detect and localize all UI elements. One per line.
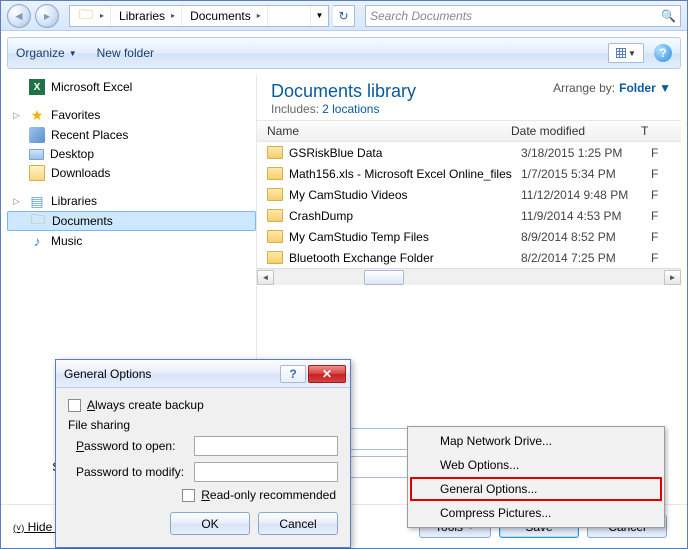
dialog-help-button[interactable]: ? xyxy=(280,365,306,383)
breadcrumb-dropdown[interactable]: ▼ xyxy=(310,6,328,26)
sidebar-item-desktop[interactable]: Desktop xyxy=(7,145,256,163)
file-date: 11/9/2014 4:53 PM xyxy=(521,209,651,223)
file-name: Bluetooth Exchange Folder xyxy=(289,251,521,265)
scroll-thumb[interactable] xyxy=(364,270,404,285)
view-options[interactable]: ▼ xyxy=(608,43,644,63)
password-open-input[interactable] xyxy=(194,436,338,456)
scroll-left[interactable]: ◄ xyxy=(257,270,274,285)
file-name: GSRiskBlue Data xyxy=(289,146,521,160)
library-title: Documents library xyxy=(271,81,416,102)
desktop-icon xyxy=(29,149,44,160)
checkbox-icon xyxy=(182,489,195,502)
forward-button[interactable]: ▸ xyxy=(35,4,59,28)
file-row[interactable]: Math156.xls - Microsoft Excel Online_fil… xyxy=(257,163,681,184)
column-name[interactable]: Name xyxy=(257,124,511,138)
file-type: F xyxy=(651,209,658,223)
file-date: 8/2/2014 7:25 PM xyxy=(521,251,651,265)
folder-icon xyxy=(267,146,283,159)
password-modify-input[interactable] xyxy=(194,462,338,482)
organize-menu[interactable]: Organize▼ xyxy=(16,46,77,60)
menu-map-network-drive[interactable]: Map Network Drive... xyxy=(410,429,662,453)
file-row[interactable]: CrashDump11/9/2014 4:53 PMF xyxy=(257,205,681,226)
search-placeholder: Search Documents xyxy=(370,9,472,23)
column-date[interactable]: Date modified xyxy=(511,124,641,138)
column-headers[interactable]: Name Date modified T xyxy=(257,120,681,142)
sidebar-item-music[interactable]: ♪Music xyxy=(7,231,256,251)
file-date: 1/7/2015 5:34 PM xyxy=(521,167,651,181)
breadcrumb-documents[interactable]: Documents xyxy=(190,9,251,23)
dialog-ok-button[interactable]: OK xyxy=(170,512,250,535)
password-modify-label: Password to modify: xyxy=(76,465,194,479)
menu-web-options[interactable]: Web Options... xyxy=(410,453,662,477)
file-type: F xyxy=(651,188,658,202)
file-row[interactable]: Bluetooth Exchange Folder8/2/2014 7:25 P… xyxy=(257,247,681,268)
tools-menu: Map Network Drive... Web Options... Gene… xyxy=(407,426,665,528)
file-name: Math156.xls - Microsoft Excel Online_fil… xyxy=(289,167,521,181)
folder-icon xyxy=(267,188,283,201)
music-icon: ♪ xyxy=(29,233,45,249)
folder-icon xyxy=(267,230,283,243)
breadcrumb-libraries[interactable]: Libraries xyxy=(119,9,165,23)
sidebar-item-excel[interactable]: X Microsoft Excel xyxy=(7,77,256,97)
file-name: My CamStudio Videos xyxy=(289,188,521,202)
general-options-dialog: General Options ? ✕ Always create backup… xyxy=(55,359,351,548)
downloads-icon xyxy=(29,165,45,181)
sidebar-item-downloads[interactable]: Downloads xyxy=(7,163,256,183)
file-date: 11/12/2014 9:48 PM xyxy=(521,188,651,202)
breadcrumb[interactable]: 🗀▸ Libraries▸ Documents▸ ▼ xyxy=(69,5,329,27)
file-date: 8/9/2014 8:52 PM xyxy=(521,230,651,244)
file-list[interactable]: GSRiskBlue Data3/18/2015 1:25 PMFMath156… xyxy=(257,142,681,268)
file-name: CrashDump xyxy=(289,209,521,223)
toolbar: Organize▼ New folder ▼ ? xyxy=(7,37,681,69)
checkbox-icon xyxy=(68,399,81,412)
dialog-cancel-button[interactable]: Cancel xyxy=(258,512,338,535)
sidebar-item-recent[interactable]: Recent Places xyxy=(7,125,256,145)
file-type: F xyxy=(651,146,658,160)
search-input[interactable]: Search Documents 🔍 xyxy=(365,5,681,27)
folder-icon xyxy=(267,209,283,222)
new-folder-button[interactable]: New folder xyxy=(97,46,154,60)
password-open-label: Password to open: xyxy=(76,439,194,453)
locations-link[interactable]: 2 locations xyxy=(322,102,379,116)
horizontal-scrollbar[interactable]: ◄ ► xyxy=(257,268,681,285)
star-icon: ★ xyxy=(29,107,45,123)
sidebar-item-libraries[interactable]: ▷▤ Libraries xyxy=(7,191,256,211)
column-type[interactable]: T xyxy=(641,124,681,138)
file-name: My CamStudio Temp Files xyxy=(289,230,521,244)
file-row[interactable]: My CamStudio Videos11/12/2014 9:48 PMF xyxy=(257,184,681,205)
search-icon: 🔍 xyxy=(661,9,676,23)
file-type: F xyxy=(651,167,658,181)
documents-icon: 🗀 xyxy=(30,213,46,229)
dialog-title: General Options xyxy=(64,367,151,381)
file-type: F xyxy=(651,251,658,265)
file-row[interactable]: My CamStudio Temp Files8/9/2014 8:52 PMF xyxy=(257,226,681,247)
always-create-backup-checkbox[interactable]: Always create backup xyxy=(68,398,338,412)
menu-general-options[interactable]: General Options... xyxy=(410,477,662,501)
refresh-button[interactable]: ↻ xyxy=(333,5,355,27)
excel-icon: X xyxy=(29,79,45,95)
file-date: 3/18/2015 1:25 PM xyxy=(521,146,651,160)
back-button[interactable]: ◄ xyxy=(7,4,31,28)
folder-icon: 🗀 xyxy=(78,8,94,24)
help-button[interactable]: ? xyxy=(654,44,672,62)
arrange-by-dropdown[interactable]: Folder ▼ xyxy=(619,81,671,95)
sidebar-item-favorites[interactable]: ▷★ Favorites xyxy=(7,105,256,125)
readonly-recommended-checkbox[interactable]: Read-only recommended xyxy=(68,488,338,502)
libraries-icon: ▤ xyxy=(29,193,45,209)
dialog-close-button[interactable]: ✕ xyxy=(308,365,346,383)
file-sharing-label: File sharing xyxy=(68,418,338,432)
recent-icon xyxy=(29,127,45,143)
scroll-right[interactable]: ► xyxy=(664,270,681,285)
address-bar: ◄ ▸ 🗀▸ Libraries▸ Documents▸ ▼ ↻ Search … xyxy=(1,1,687,31)
menu-compress-pictures[interactable]: Compress Pictures... xyxy=(410,501,662,525)
folder-icon xyxy=(267,167,283,180)
file-type: F xyxy=(651,230,658,244)
folder-icon xyxy=(267,251,283,264)
file-row[interactable]: GSRiskBlue Data3/18/2015 1:25 PMF xyxy=(257,142,681,163)
sidebar-item-documents[interactable]: 🗀Documents xyxy=(7,211,256,231)
